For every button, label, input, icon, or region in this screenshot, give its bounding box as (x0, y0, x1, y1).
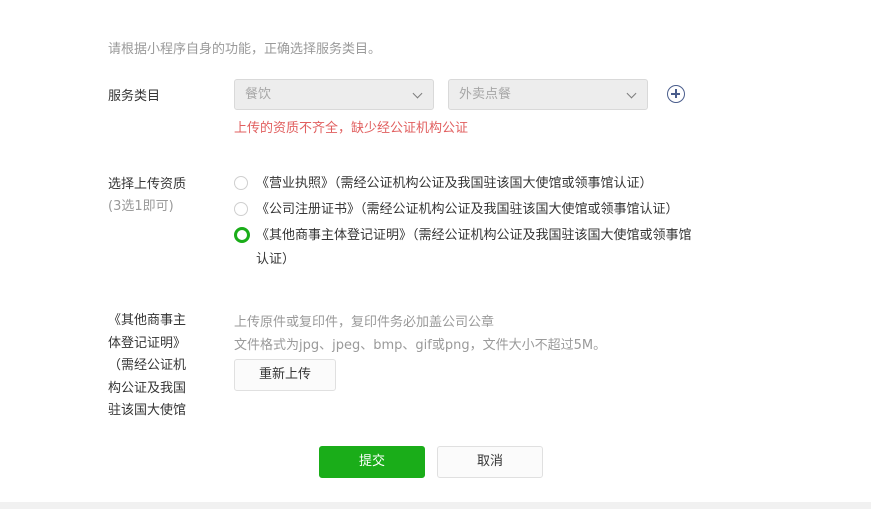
chevron-down-icon (412, 88, 423, 99)
upload-label-line: 构公证及我国 (108, 380, 187, 396)
qualification-label: 选择上传资质 (108, 177, 187, 192)
upload-label-line: 体登记证明》 (108, 335, 187, 351)
qualification-sublabel: (3选1即可) (108, 199, 174, 214)
service-category-label: 服务类目 (108, 89, 161, 104)
upload-label: 《其他商事主 体登记证明》 （需经公证机 构公证及我国 驻该国大使馆 (108, 310, 186, 423)
add-category-icon[interactable] (667, 85, 685, 103)
intro-text: 请根据小程序自身的功能，正确选择服务类目。 (108, 42, 382, 57)
option-label: 《营业执照》（需经公证机构公证及我国驻该国大使馆或领事馆认证） (256, 176, 653, 191)
footer-divider (0, 502, 871, 509)
radio-button[interactable] (234, 202, 248, 216)
upload-hint-format: 文件格式为jpg、jpeg、bmp、gif或png，文件大小不超过5M。 (234, 338, 607, 353)
chevron-down-icon (626, 88, 637, 99)
secondary-category-value: 外卖点餐 (459, 87, 512, 102)
reupload-button[interactable]: 重新上传 (234, 359, 336, 391)
cancel-button[interactable]: 取消 (437, 446, 543, 478)
qualification-option-registration-certificate[interactable]: 《公司注册证书》（需经公证机构公证及我国驻该国大使馆或领事馆认证） (234, 198, 679, 222)
upload-hint-original: 上传原件或复印件，复印件务必加盖公司公章 (234, 315, 495, 330)
qualification-option-other-registration[interactable]: 《其他商事主体登记证明》（需经公证机构公证及我国驻该国大使馆或领事馆 认证） (234, 224, 692, 272)
submit-button[interactable]: 提交 (319, 446, 425, 478)
primary-category-value: 餐饮 (245, 87, 272, 102)
radio-button[interactable] (234, 176, 248, 190)
option-label: 《公司注册证书》（需经公证机构公证及我国驻该国大使馆或领事馆认证） (256, 202, 679, 217)
option-label-line1: 《其他商事主体登记证明》（需经公证机构公证及我国驻该国大使馆或领事馆 (256, 228, 692, 243)
upload-label-line: 《其他商事主 (108, 313, 187, 328)
secondary-category-select[interactable]: 外卖点餐 (448, 79, 648, 110)
radio-button-checked[interactable] (234, 227, 250, 243)
option-label-line2: 认证） (256, 252, 296, 267)
upload-label-line: （需经公证机 (108, 358, 187, 373)
primary-category-select[interactable]: 餐饮 (234, 79, 434, 110)
category-form-page: 请根据小程序自身的功能，正确选择服务类目。 服务类目 餐饮 外卖点餐 上传的资质… (0, 0, 871, 509)
upload-label-line: 驻该国大使馆 (108, 403, 187, 418)
qualification-option-business-license[interactable]: 《营业执照》（需经公证机构公证及我国驻该国大使馆或领事馆认证） (234, 172, 653, 196)
error-message: 上传的资质不齐全，缺少经公证机构公证 (234, 121, 469, 136)
